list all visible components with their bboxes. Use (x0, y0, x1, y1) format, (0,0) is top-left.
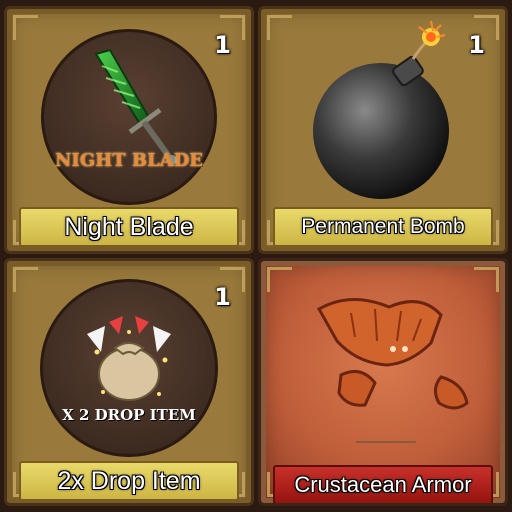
item-count: 1 (214, 31, 231, 59)
frame-ornament (13, 267, 38, 292)
item-name-banner: 2x Drop Item (19, 461, 239, 501)
item-icon-disc: X 2 DROP ITEM (40, 279, 218, 457)
bomb-icon (313, 20, 449, 199)
frame-ornament (13, 15, 38, 40)
item-badge-text: NIGHT BLADE (54, 150, 204, 171)
inventory-grid: 1 NIGHT BLADE Night Blade 1 Permanent Bo… (0, 0, 512, 512)
loot-bag-icon (87, 316, 171, 401)
item-card-crustacean-armor[interactable]: Crustacean Armor (258, 258, 508, 506)
item-name-banner: Night Blade (19, 207, 239, 247)
item-icon-disc: NIGHT BLADE (41, 29, 217, 205)
item-name-banner: Permanent Bomb (273, 207, 493, 247)
item-card-night-blade[interactable]: 1 NIGHT BLADE Night Blade (4, 6, 254, 254)
item-card-permanent-bomb[interactable]: 1 Permanent Bomb (258, 6, 508, 254)
item-badge-text: X 2 DROP ITEM (62, 406, 196, 424)
crustacean-armor-icon (316, 297, 469, 410)
frame-ornament (267, 267, 292, 292)
frame-ornament (356, 441, 416, 449)
item-name-banner: Crustacean Armor (273, 465, 493, 503)
item-card-drop-item[interactable]: 1 X 2 DROP ITEM 2x Drop Item (4, 258, 254, 506)
item-count: 1 (214, 283, 231, 311)
frame-ornament (267, 15, 292, 40)
sword-icon (94, 48, 177, 165)
